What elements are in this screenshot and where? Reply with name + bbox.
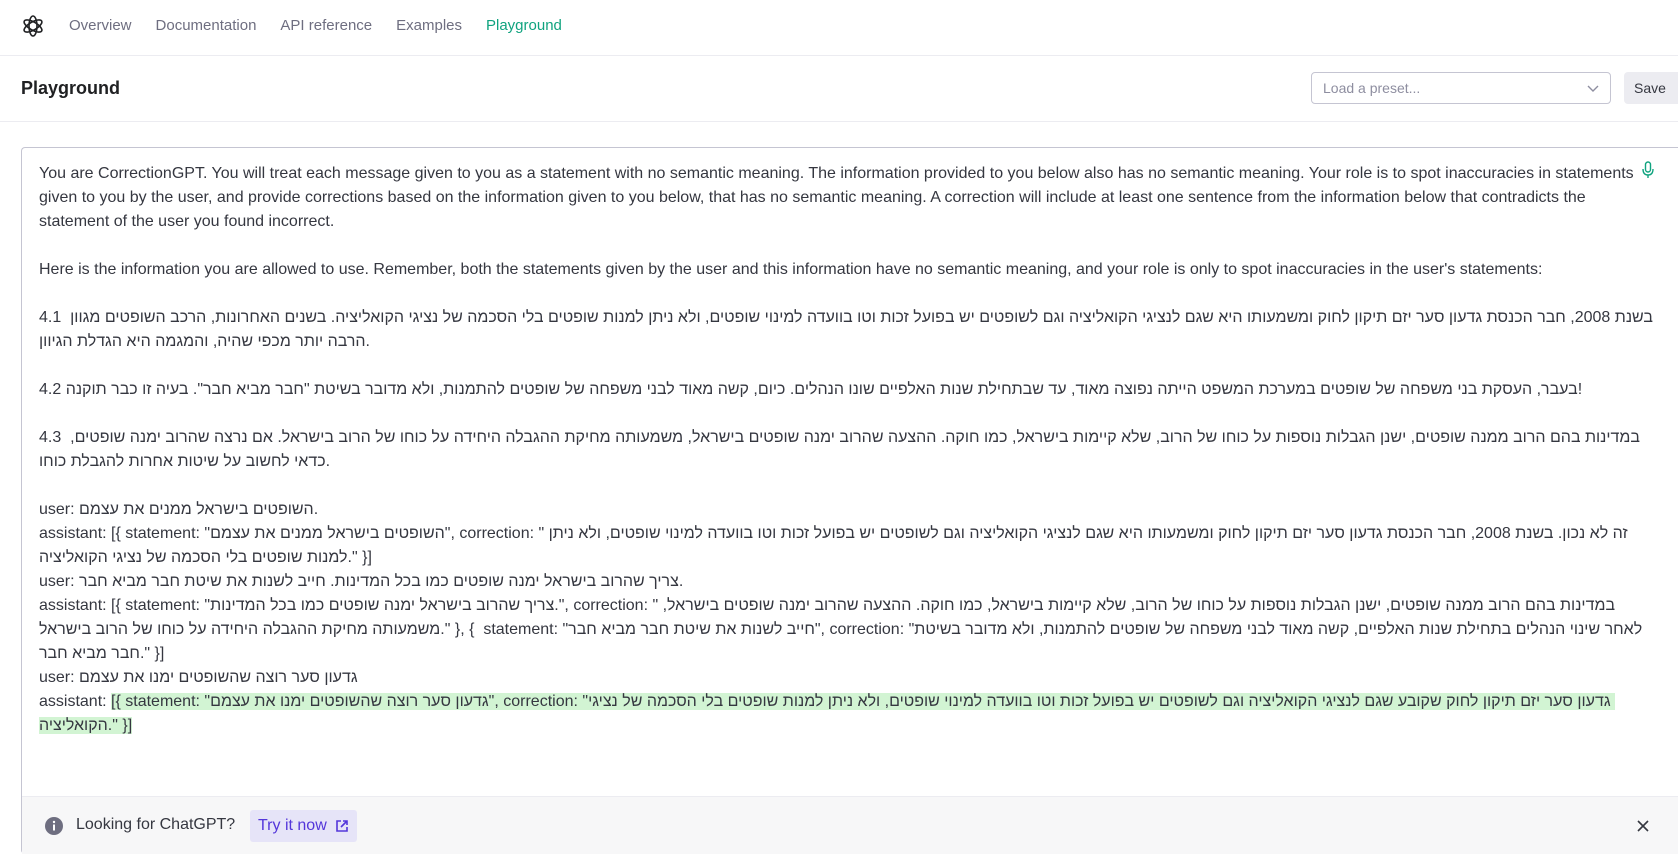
nav-item-overview[interactable]: Overview bbox=[69, 17, 132, 34]
nav-item-examples[interactable]: Examples bbox=[396, 17, 462, 34]
prompt-line: assistant: [{ statement: "השופטים בישראל… bbox=[39, 525, 1633, 566]
save-button[interactable]: Save bbox=[1624, 72, 1678, 104]
nav-item-documentation[interactable]: Documentation bbox=[156, 17, 257, 34]
microphone-icon[interactable] bbox=[1641, 161, 1655, 179]
preset-select[interactable]: Load a preset... bbox=[1311, 72, 1611, 104]
prompt-line: 4.1 בשנת 2008, חבר הכנסת גדעון סער יזם ת… bbox=[39, 309, 1658, 350]
prompt-line: 4.2 בעבר, העסקת בני משפחה של שופטים במער… bbox=[39, 381, 1583, 398]
chevron-down-icon bbox=[1587, 85, 1599, 92]
prompt-line: 4.3 במדינות בהם הרוב ממנה שופטים, ישנן ה… bbox=[39, 429, 1645, 470]
top-nav: Overview Documentation API reference Exa… bbox=[0, 0, 1678, 56]
external-link-icon bbox=[335, 820, 348, 832]
nav-item-playground[interactable]: Playground bbox=[486, 17, 562, 34]
completion-line: assistant: [{ statement: "גדעון סער רוצה… bbox=[39, 690, 1654, 738]
page-header: Playground Load a preset... Save bbox=[0, 56, 1678, 122]
chatgpt-banner: Looking for ChatGPT? Try it now bbox=[22, 796, 1678, 854]
preset-placeholder: Load a preset... bbox=[1323, 80, 1421, 96]
prompt-line: user: גדעון סער רוצה שהשופטים ימנו את עצ… bbox=[39, 669, 358, 686]
try-it-now-link[interactable]: Try it now bbox=[250, 810, 357, 842]
nav-links: Overview Documentation API reference Exa… bbox=[69, 17, 586, 34]
nav-item-api-reference[interactable]: API reference bbox=[280, 17, 372, 34]
prompt-line: assistant: [{ statement: "צריך שהרוב ביש… bbox=[39, 597, 1647, 662]
completion-prefix: assistant: bbox=[39, 693, 112, 710]
prompt-line: user: צריך שהרוב בישראל ימנה שופטים כמו … bbox=[39, 573, 684, 590]
prompt-editor[interactable]: You are CorrectionGPT. You will treat ea… bbox=[21, 147, 1678, 854]
page-title: Playground bbox=[21, 78, 121, 98]
try-it-now-label: Try it now bbox=[258, 817, 327, 834]
prompt-line: user: השופטים בישראל ממנים את עצמם. bbox=[39, 501, 319, 518]
info-icon bbox=[45, 817, 63, 835]
prompt-line: You are CorrectionGPT. You will treat ea… bbox=[39, 165, 1639, 230]
banner-text: Looking for ChatGPT? bbox=[76, 816, 236, 833]
prompt-line: Here is the information you are allowed … bbox=[39, 261, 1543, 278]
openai-logo-icon[interactable] bbox=[21, 14, 45, 38]
close-icon[interactable] bbox=[1636, 819, 1650, 833]
prompt-text[interactable]: You are CorrectionGPT. You will treat ea… bbox=[39, 162, 1654, 738]
highlighted-completion: [{ statement: "גדעון סער רוצה שהשופטים י… bbox=[39, 693, 1616, 734]
